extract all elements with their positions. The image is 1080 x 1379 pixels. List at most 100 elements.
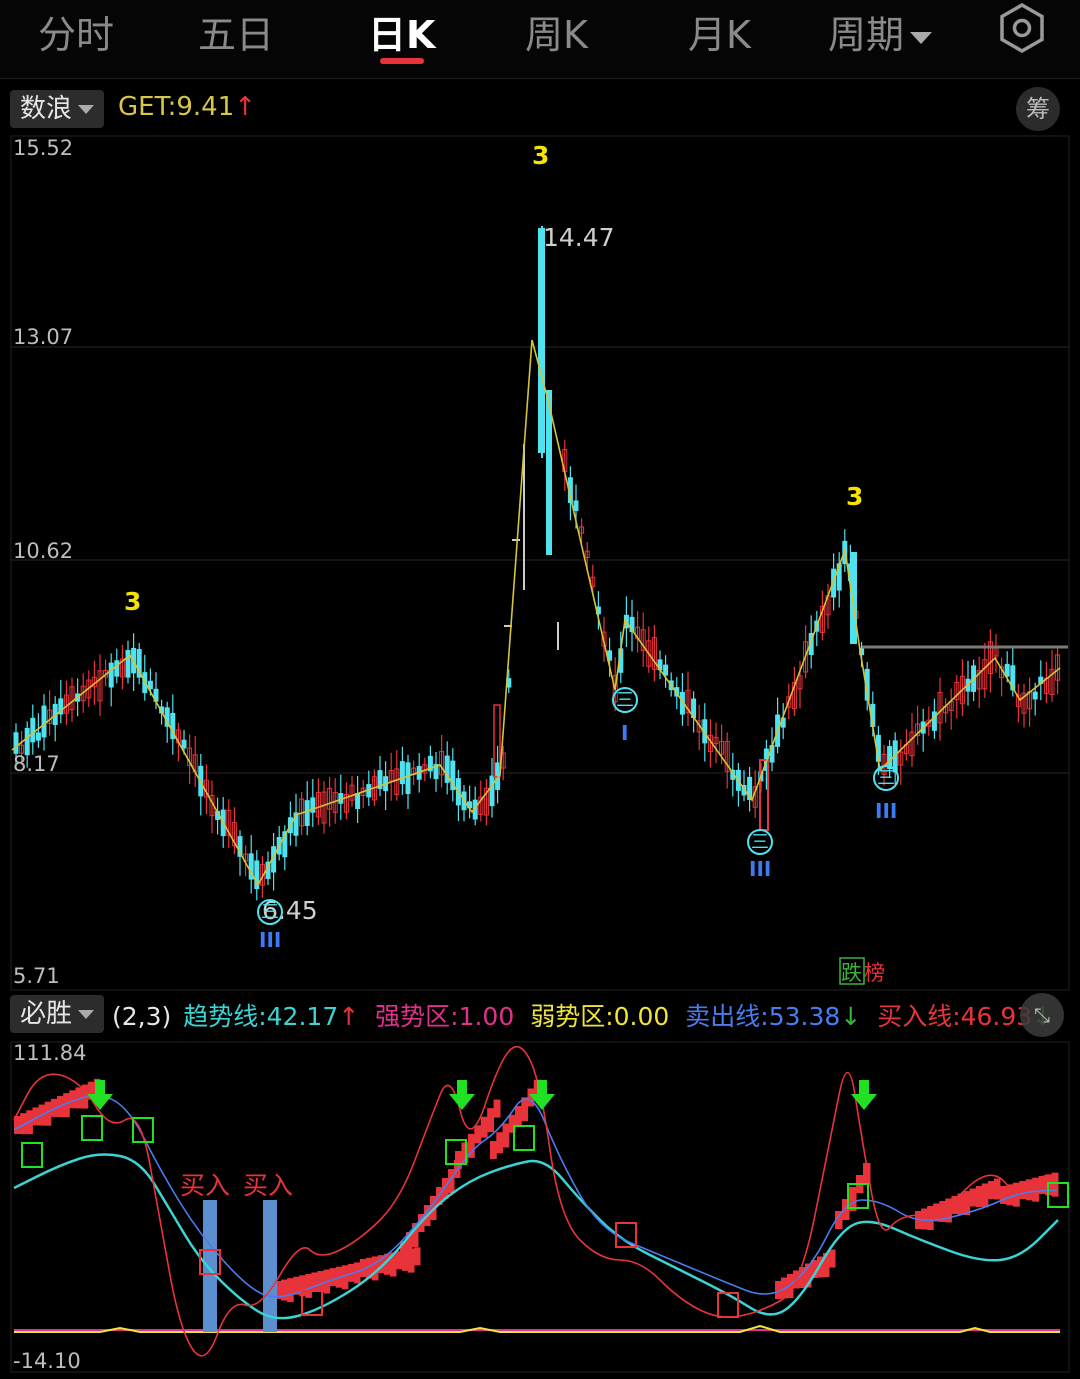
strong-bar (317, 1271, 325, 1292)
high-price-label: 14.47 (543, 223, 615, 252)
tab-intraday[interactable]: 分时 (38, 4, 114, 59)
strong-bar (969, 1188, 977, 1207)
weak-zone-number: 0.00 (613, 1002, 670, 1031)
strong-bar (69, 1090, 76, 1109)
wave-circle-text: 三 (877, 768, 895, 789)
ranking-tag[interactable]: 跌 榜 (839, 957, 885, 985)
strong-bar (287, 1278, 294, 1303)
buy-signal-bar (263, 1200, 277, 1332)
strong-bar (414, 1247, 421, 1266)
indicator-axis-top: 111.84 (13, 1041, 86, 1065)
price-label-bottom: 5.71 (13, 964, 60, 988)
settings-hexagon-icon[interactable] (996, 2, 1048, 54)
wave-circle-text: 三 (261, 902, 279, 923)
sell-arrow-icon (851, 1080, 877, 1110)
buy-line-label: 买入线: (877, 1002, 961, 1031)
sell-square-icon (21, 1142, 43, 1168)
strong-zone-value: 强势区:1.00 (375, 1002, 514, 1031)
period-tab-bar: 分时 五日 日K 周K 月K 周期 (0, 0, 1080, 79)
tab-five-day[interactable]: 五日 (198, 4, 274, 59)
candle-body (489, 775, 495, 807)
strong-bar (455, 1151, 462, 1169)
candle-body (663, 664, 669, 676)
candle-body (114, 660, 120, 677)
candle-body (41, 705, 47, 738)
candle-body (573, 500, 579, 511)
wave-label: 3 (124, 587, 141, 616)
sub-indicator-values: (2,3) 趋势线:42.17↑ 强势区:1.00 弱势区:0.00 卖出线:5… (112, 997, 1080, 1033)
buy-signal-labels: 买入 买入 (180, 1171, 293, 1200)
get-value: 9.41 (176, 92, 235, 122)
strong-bar (281, 1279, 288, 1301)
weak-zone-label: 弱势区: (530, 1002, 614, 1031)
strong-bar (372, 1256, 379, 1281)
sell-line-value: 卖出线:53.38↓ (685, 1002, 861, 1031)
buy-signal-label: 买入 (243, 1171, 293, 1200)
candle-body (1004, 663, 1010, 677)
wave-line (11, 339, 1061, 887)
ranking-tag-right: 榜 (864, 961, 885, 985)
strong-bar (487, 1108, 495, 1133)
main-indicator-select[interactable]: 数浪 (10, 90, 105, 128)
buy-square-icon (717, 1292, 739, 1318)
price-label-top: 15.52 (13, 136, 73, 160)
sub-indicator-bar: 必胜 (2,3) 趋势线:42.17↑ 强势区:1.00 弱势区:0.00 卖出… (0, 990, 1080, 1040)
candle-body (304, 800, 310, 826)
candle-body (125, 649, 131, 678)
wave-circle-text: 三 (616, 690, 634, 711)
candle-body (181, 739, 187, 749)
sub-indicator-select[interactable]: 必胜 (10, 995, 105, 1033)
candle-body (35, 732, 41, 741)
strong-bar (987, 1181, 995, 1199)
indicator-axis-bottom: -14.10 (13, 1349, 81, 1373)
chip-distribution-button[interactable]: 筹 (1016, 87, 1060, 131)
strong-bar (474, 1125, 482, 1144)
indicator-chart[interactable]: 买入 买入 111.84 -14.10 (0, 1040, 1080, 1379)
wave-markers: 三 三 三 三 (257, 687, 899, 925)
strong-bar (502, 1123, 510, 1148)
price-axis-labels: 15.52 13.07 10.62 8.17 5.71 (13, 136, 73, 988)
wave-label: 3 (846, 482, 863, 511)
get-readout: GET:9.41↑ (118, 92, 256, 122)
tab-weekly-k[interactable]: 周K (525, 4, 588, 59)
candle-body (355, 792, 361, 809)
up-arrow-icon: ↑ (234, 92, 257, 122)
candle-body (850, 552, 857, 644)
wave-circle-text: 三 (751, 832, 769, 853)
candlestick-chart[interactable]: 15.52 13.07 10.62 8.17 5.71 3 3 3 14.47 … (0, 134, 1080, 992)
tab-monthly-k[interactable]: 月K (688, 4, 751, 59)
trend-line-value: 趋势线:42.17↑ (183, 1002, 359, 1031)
ranking-tag-left: 跌 (841, 961, 862, 985)
indicator-bars (14, 1078, 1059, 1332)
wave-count: III (875, 799, 897, 823)
trend-line-number: 42.17 (266, 1002, 339, 1031)
buy-signal-bar (203, 1200, 217, 1332)
candle-body (13, 732, 19, 754)
trend-line-label: 趋势线: (183, 1002, 267, 1031)
candle-body (30, 717, 36, 743)
sell-line-label: 卖出线: (685, 1002, 769, 1031)
strong-zone-number: 1.00 (458, 1002, 515, 1031)
price-label-3: 10.62 (13, 539, 73, 563)
strong-bar (963, 1191, 971, 1215)
wave-counts: III I III III (259, 721, 897, 952)
strong-bar (305, 1273, 312, 1298)
wave-count: III (259, 928, 281, 952)
down-arrow-icon: ↓ (840, 1002, 862, 1031)
active-tab-indicator (380, 58, 424, 64)
expand-arrows-icon[interactable]: ⤡ (1020, 993, 1064, 1037)
strong-bar (496, 1132, 503, 1154)
candles (13, 226, 1061, 901)
sell-arrow-icon (449, 1080, 475, 1110)
strong-bar (993, 1178, 1001, 1200)
sub-indicator-name: 必胜 (20, 999, 73, 1029)
tab-period-label: 周期 (828, 13, 905, 57)
chevron-down-icon (78, 105, 95, 114)
wave-count: III (749, 857, 771, 881)
sub-indicator-params: (2,3) (112, 1002, 172, 1031)
tab-period-dropdown[interactable]: 周期 (828, 4, 933, 59)
sell-square-icon (81, 1115, 103, 1141)
candle-body (405, 762, 411, 794)
tab-daily-k[interactable]: 日K (368, 4, 435, 59)
strong-bar (515, 1106, 522, 1127)
